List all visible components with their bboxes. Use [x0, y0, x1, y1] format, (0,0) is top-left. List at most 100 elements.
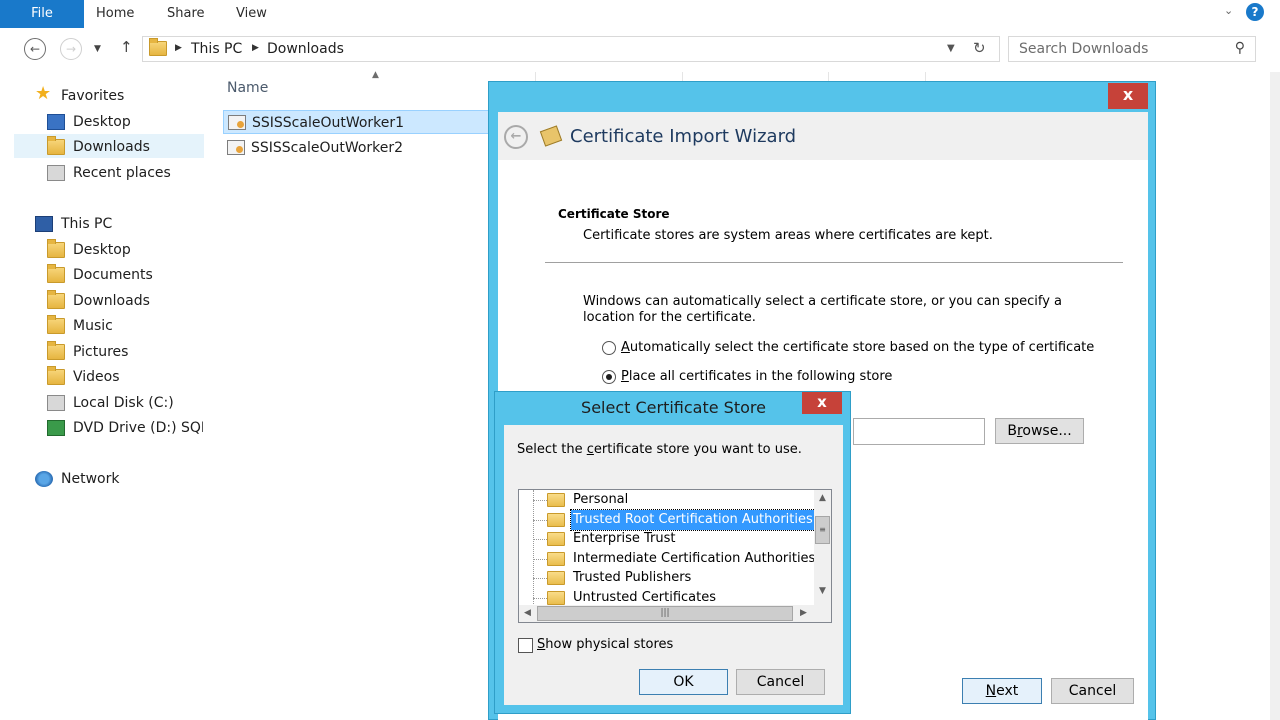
- sort-ascending-icon: ▲: [372, 70, 379, 80]
- nav-label: Music: [73, 318, 113, 334]
- dialog-instruction: Select the certificate store you want to…: [517, 442, 802, 457]
- nav-label: Desktop: [73, 114, 131, 130]
- scroll-thumb[interactable]: ≡: [815, 516, 830, 544]
- scrollbar-corner: [814, 605, 831, 622]
- star-icon: ★: [35, 83, 52, 104]
- radio-auto-select-label[interactable]: Automatically select the certificate sto…: [621, 340, 1094, 355]
- certificate-store-tree[interactable]: Personal Trusted Root Certification Auth…: [518, 489, 832, 623]
- downloads-folder-icon: [47, 136, 65, 155]
- column-header-name[interactable]: Name: [227, 80, 268, 96]
- back-button[interactable]: ←: [24, 38, 46, 60]
- dialog-body: Select the certificate store you want to…: [504, 425, 843, 705]
- scroll-right-icon[interactable]: ▶: [795, 605, 812, 622]
- breadcrumb-separator-icon: ▶: [175, 43, 182, 53]
- ok-button[interactable]: OK: [639, 669, 728, 695]
- desktop-icon: [47, 114, 65, 130]
- computer-icon: [35, 216, 53, 232]
- tree-horizontal-scrollbar[interactable]: ◀ ||| ▶: [519, 605, 815, 622]
- scroll-left-icon[interactable]: ◀: [519, 605, 536, 622]
- breadcrumb-this-pc[interactable]: This PC: [191, 41, 242, 57]
- tree-connector: [533, 539, 547, 540]
- certificate-icon: [539, 125, 563, 147]
- file-name: SSISScaleOutWorker1: [252, 115, 405, 131]
- music-folder-icon: [47, 315, 65, 334]
- certificate-store-field[interactable]: [853, 418, 985, 445]
- label-text: B: [1007, 423, 1017, 439]
- radio-place-all[interactable]: [602, 370, 616, 384]
- nav-label: Videos: [73, 369, 120, 385]
- access-key: A: [621, 340, 630, 355]
- scroll-thumb[interactable]: |||: [537, 606, 793, 621]
- tab-home[interactable]: Home: [96, 6, 134, 21]
- tab-view[interactable]: View: [236, 6, 267, 21]
- wizard-header: ← Certificate Import Wizard: [498, 112, 1148, 160]
- tree-connector: [533, 500, 547, 501]
- ribbon-expand-icon[interactable]: ⌄: [1224, 4, 1236, 18]
- folder-icon: [47, 239, 65, 258]
- tree-item-label: Trusted Root Certification Authorities: [570, 509, 816, 531]
- label-text: owse...: [1022, 423, 1072, 439]
- folder-icon: [547, 552, 565, 566]
- videos-folder-icon: [47, 366, 65, 385]
- recent-locations-icon[interactable]: ▼: [94, 44, 101, 54]
- vertical-scrollbar[interactable]: [1270, 72, 1280, 720]
- search-input[interactable]: Search Downloads: [1019, 41, 1148, 57]
- browse-button[interactable]: Browse...: [995, 418, 1084, 444]
- nav-label: Downloads: [73, 139, 150, 155]
- scroll-down-icon[interactable]: ▼: [814, 583, 831, 600]
- show-physical-stores-label[interactable]: Show physical stores: [537, 637, 673, 652]
- breadcrumb-downloads[interactable]: Downloads: [267, 41, 344, 57]
- next-button[interactable]: Next: [962, 678, 1042, 704]
- wizard-cancel-button[interactable]: Cancel: [1051, 678, 1134, 704]
- address-bar[interactable]: ▶ This PC ▶ Downloads ▼ ↻: [142, 36, 1000, 62]
- store-selection-description: Windows can automatically select a certi…: [583, 294, 1062, 325]
- wizard-back-button[interactable]: ←: [504, 125, 528, 149]
- divider: [545, 262, 1123, 263]
- file-row[interactable]: SSISScaleOutWorker1: [223, 110, 489, 134]
- breadcrumb-separator-icon: ▶: [252, 43, 259, 53]
- forward-button[interactable]: →: [60, 38, 82, 60]
- wizard-close-button[interactable]: x: [1108, 83, 1148, 109]
- refresh-icon[interactable]: ↻: [973, 39, 986, 57]
- nav-pc-dvd-drive[interactable]: DVD Drive (D:) SQL2: [47, 416, 203, 440]
- search-box[interactable]: Search Downloads ⚲: [1008, 36, 1256, 62]
- nav-label: Pictures: [73, 344, 129, 360]
- scroll-up-icon[interactable]: ▲: [814, 490, 831, 507]
- folder-icon: [547, 532, 565, 546]
- radio-place-all-label[interactable]: Place all certificates in the following …: [621, 369, 892, 384]
- search-icon[interactable]: ⚲: [1235, 40, 1245, 56]
- nav-label: Downloads: [73, 293, 150, 309]
- network-icon: [35, 471, 53, 487]
- show-physical-stores-checkbox[interactable]: [518, 638, 533, 653]
- nav-label: This PC: [61, 216, 113, 232]
- nav-label: DVD Drive (D:) SQL2: [73, 420, 203, 436]
- nav-label: Desktop: [73, 242, 131, 258]
- file-row[interactable]: SSISScaleOutWorker2: [223, 136, 489, 160]
- dialog-close-button[interactable]: x: [802, 392, 842, 414]
- tree-item-label: Personal: [573, 492, 629, 507]
- tab-file[interactable]: File: [0, 0, 84, 28]
- tree-connector: [533, 559, 547, 560]
- tree-vertical-scrollbar[interactable]: ▲ ≡ ▼: [814, 490, 831, 605]
- section-title: Certificate Store: [558, 207, 670, 221]
- radio-auto-select[interactable]: [602, 341, 616, 355]
- select-certificate-store-dialog: Select Certificate Store x Select the ce…: [494, 391, 851, 714]
- label-text: ext: [996, 683, 1019, 699]
- nav-label: Recent places: [73, 165, 171, 181]
- folder-icon: [149, 38, 167, 56]
- up-button[interactable]: ↑: [120, 38, 133, 56]
- section-description: Certificate stores are system areas wher…: [583, 228, 993, 243]
- ribbon: File Home Share View ⌄ ?: [0, 0, 1280, 28]
- certificate-file-icon: [228, 115, 246, 130]
- folder-icon: [547, 513, 565, 527]
- tab-share[interactable]: Share: [167, 6, 205, 21]
- access-key: c: [586, 442, 594, 457]
- certificate-file-icon: [227, 140, 245, 155]
- recent-places-icon: [47, 165, 65, 181]
- help-icon[interactable]: ?: [1246, 3, 1264, 21]
- folder-icon: [547, 591, 565, 605]
- label-text: Select the: [517, 442, 587, 457]
- dialog-cancel-button[interactable]: Cancel: [736, 669, 825, 695]
- folder-icon: [47, 290, 65, 309]
- address-dropdown-icon[interactable]: ▼: [947, 43, 955, 54]
